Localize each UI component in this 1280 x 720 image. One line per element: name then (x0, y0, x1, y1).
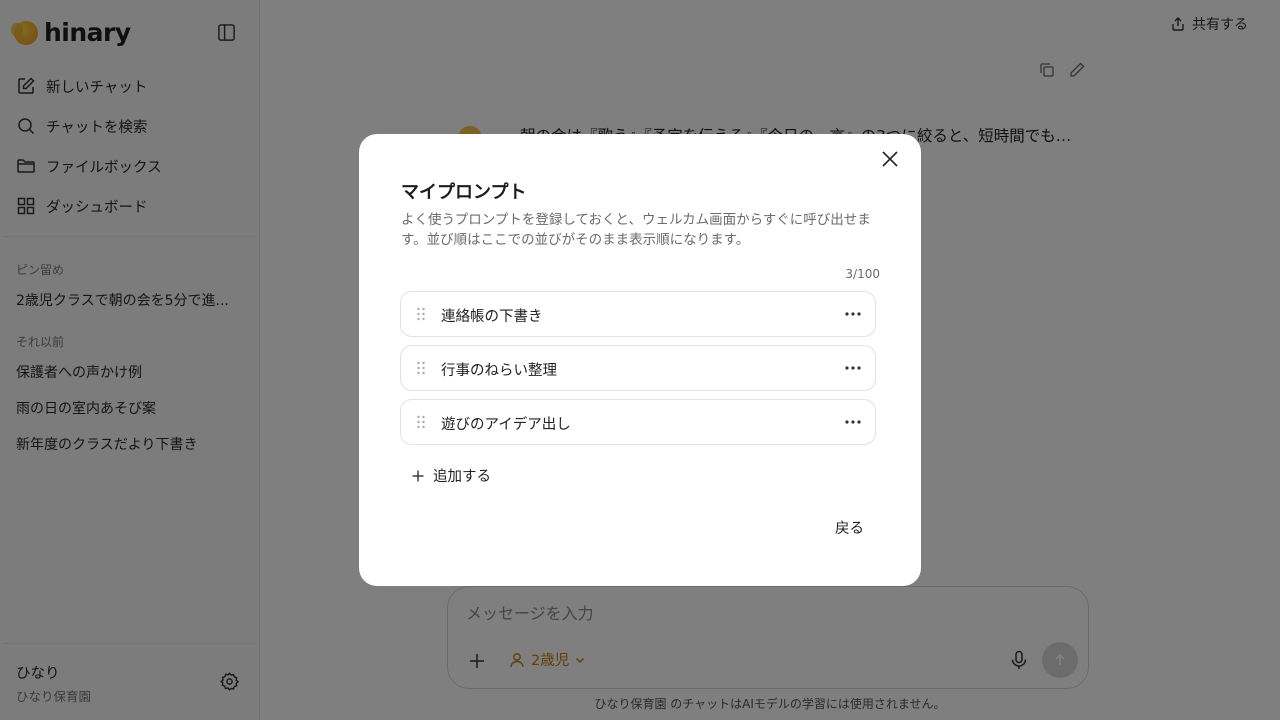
dialog-title: マイプロンプト (401, 182, 527, 203)
more-options-icon[interactable] (842, 358, 864, 378)
dialog-description: よく使うプロンプトを登録しておくと、ウェルカム画面からすぐに呼び出せます。並び順… (401, 212, 871, 248)
close-icon[interactable] (880, 149, 900, 169)
drag-handle-icon[interactable] (416, 307, 426, 321)
my-prompts-dialog: マイプロンプト よく使うプロンプトを登録しておくと、ウェルカム画面からすぐに呼び… (359, 134, 921, 586)
prompt-item[interactable]: 連絡帳の下書き (400, 291, 876, 337)
prompt-item[interactable]: 行事のねらい整理 (400, 345, 876, 391)
prompt-item[interactable]: 遊びのアイデア出し (400, 399, 876, 445)
more-options-icon[interactable] (842, 412, 864, 432)
drag-handle-icon[interactable] (416, 361, 426, 375)
add-prompt-button[interactable]: 追加する (411, 465, 491, 486)
back-button[interactable]: 戻る (835, 517, 864, 538)
more-options-icon[interactable] (842, 304, 864, 324)
drag-handle-icon[interactable] (416, 415, 426, 429)
prompt-label: 遊びのアイデア出し (441, 417, 571, 433)
prompt-label: 連絡帳の下書き (441, 309, 543, 325)
plus-icon (412, 470, 424, 481)
add-prompt-label: 追加する (433, 469, 491, 485)
prompt-count: 3/100 (845, 267, 880, 281)
prompt-label: 行事のねらい整理 (441, 363, 557, 379)
